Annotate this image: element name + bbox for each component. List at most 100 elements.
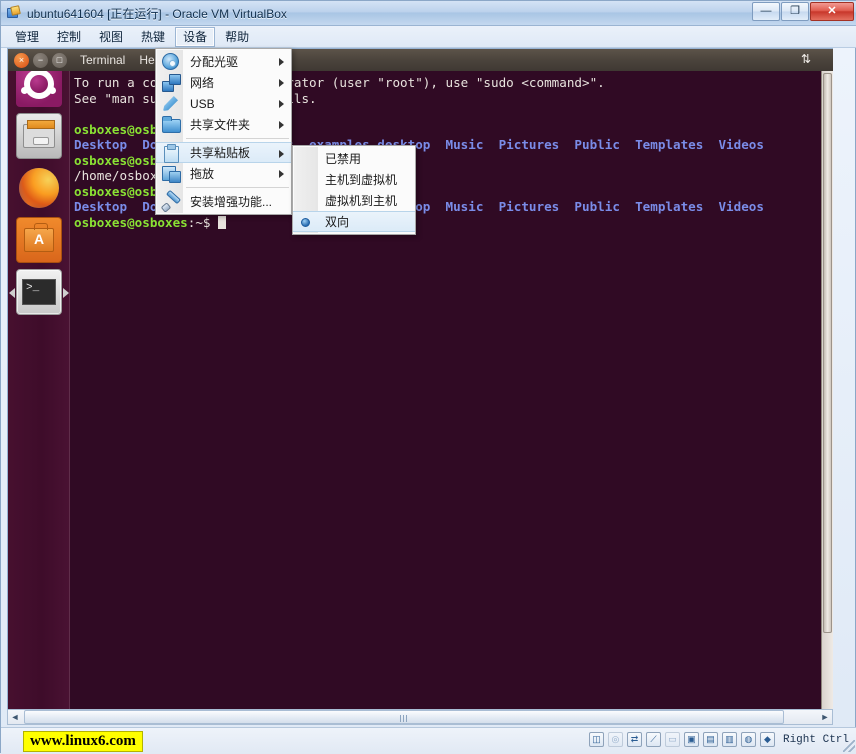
vm-display-viewport[interactable]: A × − □ bbox=[7, 48, 833, 709]
submenu-arrow-icon bbox=[279, 58, 284, 66]
window-resize-grip[interactable] bbox=[843, 740, 855, 752]
radio-selected-icon bbox=[301, 218, 310, 227]
menu-item-usb[interactable]: USB bbox=[156, 93, 291, 114]
shared-folder-icon bbox=[162, 116, 181, 133]
terminal-vertical-scrollbar[interactable] bbox=[821, 71, 833, 709]
menu-devices[interactable]: 设备 bbox=[175, 26, 216, 47]
menu-item-label: 拖放 bbox=[190, 167, 215, 181]
scroll-left-arrow-icon[interactable]: ◄ bbox=[8, 710, 22, 724]
status-hard-disk-icon[interactable]: ◫ bbox=[588, 732, 604, 747]
menu-item-network[interactable]: 网络 bbox=[156, 72, 291, 93]
clipboard-icon bbox=[162, 144, 179, 163]
menu-hotkey[interactable]: 热键 bbox=[133, 27, 173, 47]
terminal-icon bbox=[22, 279, 56, 305]
menu-item-label: 共享粘贴板 bbox=[190, 146, 251, 160]
running-indicator-left-icon bbox=[9, 288, 15, 298]
menu-item-label: 共享文件夹 bbox=[190, 118, 251, 132]
scrollbar-thumb[interactable] bbox=[24, 710, 784, 724]
usb-icon bbox=[162, 95, 179, 112]
status-optical-disk-icon[interactable]: ◎ bbox=[607, 732, 623, 747]
main-menubar: 管理 控制 视图 热键 设备 帮助 bbox=[1, 26, 856, 48]
submenu-item-disabled[interactable]: 已禁用 bbox=[293, 148, 415, 169]
submenu-item-bidirectional[interactable]: 双向 bbox=[293, 211, 415, 232]
menu-item-label: 安装增强功能... bbox=[190, 195, 273, 209]
maximize-button[interactable]: ❐ bbox=[781, 2, 809, 21]
menu-item-drag-and-drop[interactable]: 拖放 bbox=[156, 163, 291, 184]
menu-item-shared-folders[interactable]: 共享文件夹 bbox=[156, 114, 291, 135]
launcher-item-terminal[interactable] bbox=[9, 269, 69, 315]
maximize-icon: ❐ bbox=[790, 5, 800, 17]
menu-view[interactable]: 视图 bbox=[91, 27, 131, 47]
status-video-capture-icon[interactable]: ▤ bbox=[702, 732, 718, 747]
scrollbar-grip-icon bbox=[400, 715, 408, 722]
scrollbar-track[interactable] bbox=[22, 710, 818, 724]
guest-minimize-icon: − bbox=[37, 54, 44, 65]
status-host-key-icon[interactable]: ◆ bbox=[759, 732, 775, 747]
menu-item-shared-clipboard[interactable]: 共享粘贴板 bbox=[156, 142, 291, 163]
terminal-scrollbar-thumb[interactable] bbox=[823, 73, 832, 633]
close-icon: ✕ bbox=[827, 5, 837, 17]
menu-item-install-guest-additions[interactable]: 安装增强功能... bbox=[156, 191, 291, 212]
host-key-label: Right Ctrl bbox=[782, 733, 849, 746]
submenu-arrow-icon bbox=[279, 170, 284, 178]
minimize-button[interactable]: — bbox=[752, 2, 780, 21]
submenu-item-guest-to-host[interactable]: 虚拟机到主机 bbox=[293, 190, 415, 211]
submenu-arrow-icon bbox=[279, 79, 284, 87]
menu-item-label: 分配光驱 bbox=[190, 55, 239, 69]
guest-close-button[interactable]: × bbox=[14, 52, 29, 68]
submenu-item-label: 主机到虚拟机 bbox=[325, 173, 398, 187]
status-mouse-integration-icon[interactable]: ◍ bbox=[740, 732, 756, 747]
guest-minimize-button[interactable]: − bbox=[33, 52, 48, 68]
menu-item-optical-drives[interactable]: 分配光驱 bbox=[156, 51, 291, 72]
menu-separator bbox=[186, 187, 289, 188]
status-network-icon[interactable]: ⇄ bbox=[626, 732, 642, 747]
menu-separator bbox=[186, 138, 289, 139]
vm-horizontal-scrollbar[interactable]: ◄ ► bbox=[7, 709, 833, 725]
terminal-menu-terminal[interactable]: Terminal bbox=[80, 53, 125, 67]
status-usb-icon[interactable]: ⟋ bbox=[645, 732, 661, 747]
firefox-icon bbox=[19, 168, 59, 208]
menu-control[interactable]: 控制 bbox=[49, 27, 89, 47]
devices-dropdown-menu: 分配光驱 网络 USB 共享文件夹 共享粘贴板 拖放 安装增强功能... bbox=[155, 48, 292, 215]
submenu-arrow-icon bbox=[279, 121, 284, 129]
menu-help[interactable]: 帮助 bbox=[217, 27, 257, 47]
status-shared-folder-icon[interactable]: ▭ bbox=[664, 732, 680, 747]
guest-window-controls: × − □ bbox=[8, 49, 70, 71]
drag-drop-icon bbox=[162, 165, 181, 183]
submenu-item-label: 双向 bbox=[325, 215, 350, 229]
focused-indicator-right-icon bbox=[63, 288, 69, 298]
amazon-icon: A bbox=[24, 223, 54, 252]
submenu-item-host-to-guest[interactable]: 主机到虚拟机 bbox=[293, 169, 415, 190]
window-titlebar: ubuntu641604 [正在运行] - Oracle VM VirtualB… bbox=[1, 1, 856, 26]
menu-item-label: 网络 bbox=[190, 76, 215, 90]
network-icon bbox=[162, 74, 181, 92]
close-button[interactable]: ✕ bbox=[810, 2, 854, 21]
scroll-right-arrow-icon[interactable]: ► bbox=[818, 710, 832, 724]
network-indicator-icon[interactable]: ⇅ bbox=[801, 52, 811, 66]
submenu-item-label: 已禁用 bbox=[325, 152, 362, 166]
launcher-item-amazon[interactable]: A bbox=[16, 217, 62, 263]
minimize-icon: — bbox=[760, 5, 772, 17]
site-watermark: www.linux6.com bbox=[23, 731, 143, 752]
guest-maximize-icon: □ bbox=[56, 54, 63, 65]
virtualbox-icon bbox=[6, 5, 22, 21]
terminal-cursor bbox=[218, 215, 227, 229]
window-controls: — ❐ ✕ bbox=[752, 2, 854, 21]
guest-close-icon: × bbox=[18, 54, 25, 65]
launcher-item-firefox[interactable] bbox=[16, 165, 62, 211]
ubuntu-logo-icon bbox=[21, 66, 56, 99]
vm-statusbar: www.linux6.com ◫ ◎ ⇄ ⟋ ▭ ▣ ▤ ▥ ◍ ◆ Right… bbox=[1, 727, 856, 754]
guest-additions-icon bbox=[162, 193, 179, 210]
terminal-line: osboxes@osboxes:~$ bbox=[74, 215, 821, 231]
guest-maximize-button[interactable]: □ bbox=[52, 52, 67, 68]
menu-manage[interactable]: 管理 bbox=[7, 27, 47, 47]
cd-drive-icon bbox=[162, 53, 179, 70]
file-manager-icon bbox=[23, 120, 55, 148]
launcher-item-files[interactable] bbox=[16, 113, 62, 159]
amazon-letter: A bbox=[33, 231, 45, 247]
status-display-icon[interactable]: ▣ bbox=[683, 732, 699, 747]
status-virtualization-icon[interactable]: ▥ bbox=[721, 732, 737, 747]
window-title: ubuntu641604 [正在运行] - Oracle VM VirtualB… bbox=[27, 6, 287, 21]
submenu-arrow-icon bbox=[279, 150, 284, 158]
shared-clipboard-submenu: 已禁用 主机到虚拟机 虚拟机到主机 双向 bbox=[292, 145, 416, 235]
